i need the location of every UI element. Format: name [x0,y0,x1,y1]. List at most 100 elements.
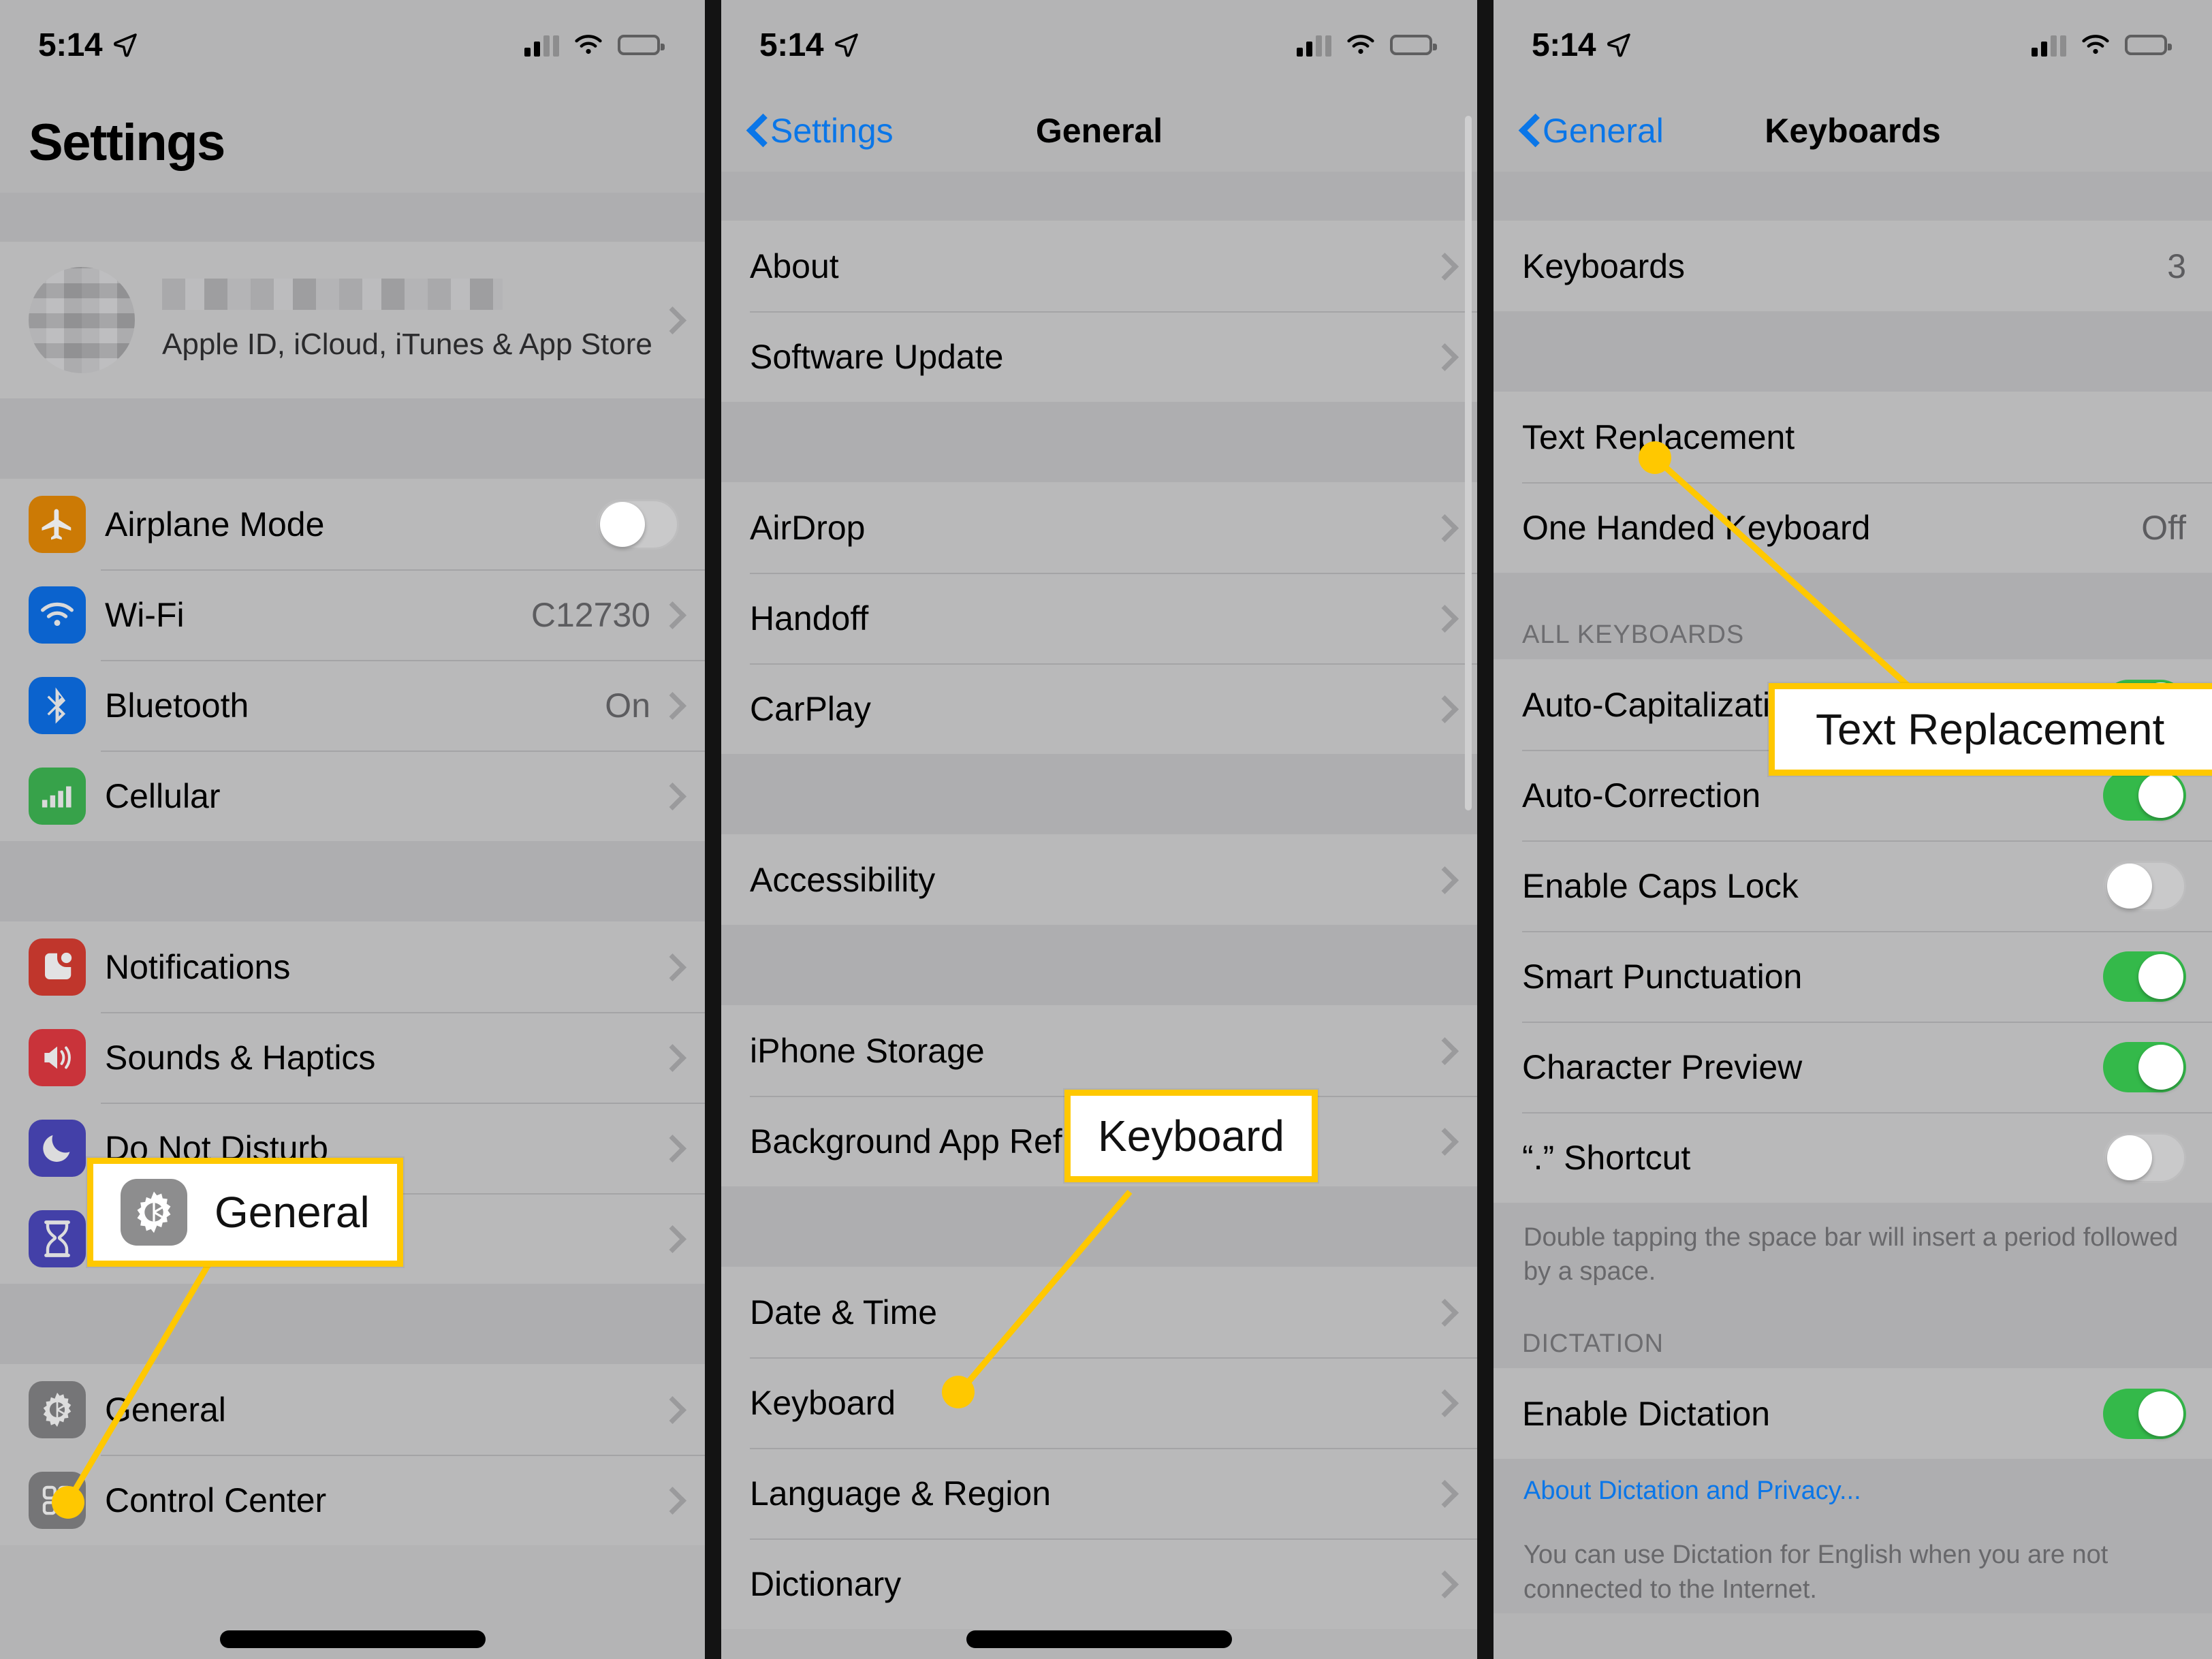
keyboards-group-1: Keyboards 3 [1494,221,2212,311]
row-label: Enable Caps Lock [1522,866,1799,905]
bluetooth-icon [29,676,86,734]
settings-row-screen-time[interactable]: Screen Time [0,1193,705,1284]
general-row-carplay[interactable]: CarPlay [721,663,1477,754]
airplane-mode-toggle[interactable] [596,499,679,550]
settings-row-bluetooth[interactable]: Bluetooth On [0,660,705,750]
settings-row-label: Do Not Disturb [105,1128,328,1167]
dictation-row-enable-dictation[interactable]: Enable Dictation [1494,1368,2212,1459]
enable-caps-lock-toggle[interactable] [2103,860,2186,911]
auto-correction-toggle[interactable] [2103,770,2186,821]
location-arrow-icon [835,33,858,57]
settings-row-label: General [105,1390,226,1429]
keyboards-row-period-shortcut[interactable]: “.” Shortcut [1494,1112,2212,1203]
settings-row-general[interactable]: General [0,1364,705,1455]
back-button-label: General [1543,112,1664,150]
settings-row-do-not-disturb[interactable]: Do Not Disturb [0,1103,705,1193]
chevron-right-icon [665,603,679,627]
settings-row-airplane-mode[interactable]: Airplane Mode [0,479,705,569]
nav-bar-general: Settings General [721,90,1477,172]
group-gap [1494,311,2212,392]
general-row-language-region[interactable]: Language & Region [721,1448,1477,1538]
status-bar-right-group [2032,33,2172,57]
general-row-date-time[interactable]: Date & Time [721,1267,1477,1357]
settings-row-cellular[interactable]: Cellular [0,750,705,841]
chevron-right-icon [665,1227,679,1251]
keyboards-row-keyboards[interactable]: Keyboards 3 [1494,221,2212,311]
auto-capitalization-toggle[interactable] [2103,679,2186,730]
settings-row-sounds-haptics[interactable]: Sounds & Haptics [0,1012,705,1103]
footnote-shortcut: Double tapping the space bar will insert… [1494,1203,2212,1296]
keyboards-row-smart-punctuation[interactable]: Smart Punctuation [1494,931,2212,1022]
row-label: Auto-Capitalization [1522,685,1808,724]
character-preview-toggle[interactable] [2103,1041,2186,1092]
link-about-dictation-privacy[interactable]: About Dictation and Privacy... [1494,1459,2212,1515]
general-row-keyboard[interactable]: Keyboard [721,1357,1477,1448]
do-not-disturb-icon [29,1119,86,1177]
general-row-accessibility[interactable]: Accessibility [721,834,1477,925]
general-row-software-update[interactable]: Software Update [721,311,1477,402]
row-label: Text Replacement [1522,417,1795,456]
keyboards-row-text-replacement[interactable]: Text Replacement [1494,392,2212,482]
apple-id-row[interactable]: Apple ID, iCloud, iTunes & App Store [0,242,705,398]
group-gap [721,172,1477,221]
keyboards-row-enable-caps-lock[interactable]: Enable Caps Lock [1494,840,2212,931]
status-bar-time: 5:14 [38,27,103,63]
settings-row-control-center[interactable]: Control Center [0,1455,705,1545]
row-label: About [750,247,839,285]
sounds-icon [29,1028,86,1086]
row-label: One Handed Keyboard [1522,508,1871,547]
cellular-signal-icon [2032,33,2066,57]
cellular-signal-icon [1297,33,1331,57]
phone-panel-keyboards: 5:14 General Keyboards Keyboards 3 Text … [1494,0,2212,1659]
apple-id-text: Apple ID, iCloud, iTunes & App Store [162,279,665,362]
three-phone-screenshot-composite: 5:14 Settings Apple ID, iCloud, iTunes &… [0,0,2212,1659]
row-label: Smart Punctuation [1522,957,1803,996]
settings-row-wifi[interactable]: Wi-Fi C12730 [0,569,705,660]
period-shortcut-toggle[interactable] [2103,1132,2186,1183]
general-group-4: iPhone Storage Background App Refresh [721,1005,1477,1186]
avatar [29,267,135,373]
general-row-iphone-storage[interactable]: iPhone Storage [721,1005,1477,1096]
chevron-left-icon [1521,116,1537,145]
row-label: Keyboards [1522,247,1686,285]
settings-row-notifications[interactable]: Notifications [0,921,705,1012]
chevron-right-icon [665,784,679,808]
phone-panel-general: 5:14 Settings General About Software Upd… [721,0,1477,1659]
general-row-handoff[interactable]: Handoff [721,573,1477,663]
general-row-background-app-refresh[interactable]: Background App Refresh [721,1096,1477,1186]
chevron-right-icon [1438,1129,1451,1154]
page-title: Settings [29,114,225,172]
back-button-general[interactable]: General [1521,111,1664,151]
row-label: Language & Region [750,1474,1052,1513]
location-arrow-icon [114,33,137,57]
wifi-icon [2082,35,2109,54]
group-gap [721,754,1477,834]
row-label: Background App Refresh [750,1122,1128,1160]
keyboards-row-one-handed-keyboard[interactable]: One Handed Keyboard Off [1494,482,2212,573]
general-row-dictionary[interactable]: Dictionary [721,1538,1477,1629]
keyboards-row-auto-capitalization[interactable]: Auto-Capitalization [1494,659,2212,750]
row-label: Keyboard [750,1383,896,1422]
general-group-2: AirDrop Handoff CarPlay [721,482,1477,754]
general-row-about[interactable]: About [721,221,1477,311]
group-gap [721,1186,1477,1267]
keyboards-row-character-preview[interactable]: Character Preview [1494,1022,2212,1112]
notifications-icon [29,938,86,996]
smart-punctuation-toggle[interactable] [2103,951,2186,1002]
chevron-right-icon [1438,606,1451,631]
status-bar-mid: 5:14 [721,0,1477,90]
general-group-3: Accessibility [721,834,1477,925]
home-indicator-mid [721,1630,1477,1648]
dictation-group: Enable Dictation [1494,1368,2212,1459]
status-bar-left: 5:14 [0,0,705,90]
group-gap [721,925,1477,1005]
general-group-5: Date & Time Keyboard Language & Region D… [721,1267,1477,1629]
control-center-icon [29,1471,86,1529]
settings-row-label: Bluetooth [105,686,249,725]
general-row-airdrop[interactable]: AirDrop [721,482,1477,573]
keyboards-row-auto-correction[interactable]: Auto-Correction [1494,750,2212,840]
scrollbar[interactable] [1465,116,1472,810]
back-button-settings[interactable]: Settings [748,111,894,151]
enable-dictation-toggle[interactable] [2103,1388,2186,1439]
chevron-right-icon [1438,345,1451,369]
